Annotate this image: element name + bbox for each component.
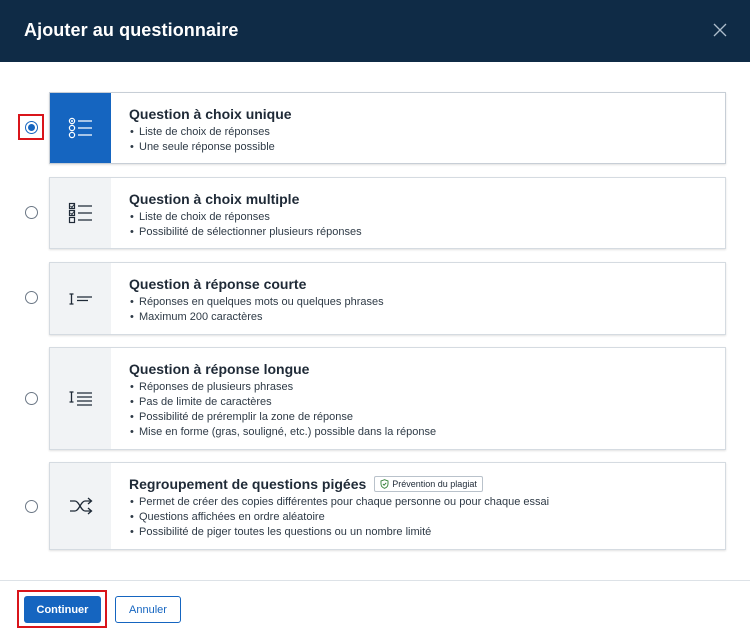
card-bullets: Liste de choix de réponses Possibilité d… [129,210,715,240]
shield-check-icon [380,479,389,489]
card-icon-panel [50,463,111,549]
card-title: Question à choix unique [129,106,292,122]
card-title: Question à réponse courte [129,276,307,292]
card-bullet: Mise en forme (gras, souligné, etc.) pos… [129,425,715,440]
card-bullet: Réponses de plusieurs phrases [129,380,715,395]
card-bullets: Permet de créer des copies différentes p… [129,495,715,540]
card-title: Question à choix multiple [129,191,300,207]
card-bullet: Possibilité de préremplir la zone de rép… [129,410,715,425]
plagiarism-badge: Prévention du plagiat [374,476,483,492]
dialog-body: Question à choix unique Liste de choix d… [0,62,750,580]
radio-multiple-choice[interactable] [24,205,38,219]
card-bullet: Possibilité de sélectionner plusieurs ré… [129,225,715,240]
long-answer-icon [69,390,92,406]
radio-long-answer[interactable] [24,391,38,405]
card-icon-panel [50,348,111,449]
card-bullets: Réponses de plusieurs phrases Pas de lim… [129,380,715,440]
card-icon-panel [50,178,111,248]
card-bullet: Liste de choix de réponses [129,125,715,140]
card-question-pool[interactable]: Regroupement de questions pigées Prévent… [49,462,726,550]
cancel-button[interactable]: Annuler [115,596,181,623]
close-icon [713,23,727,37]
dialog-header: Ajouter au questionnaire [0,0,750,62]
radio-question-pool-wrap[interactable] [18,493,44,519]
card-short-answer[interactable]: Question à réponse courte Réponses en qu… [49,262,726,335]
radio-short-answer-wrap[interactable] [18,284,44,310]
card-bullet: Pas de limite de caractères [129,395,715,410]
card-bullet: Une seule réponse possible [129,140,715,155]
radio-short-answer[interactable] [24,290,38,304]
card-bullet: Réponses en quelques mots ou quelques ph… [129,295,715,310]
radio-question-pool[interactable] [24,499,38,513]
card-multiple-choice[interactable]: Question à choix multiple Liste de choix… [49,177,726,249]
card-single-choice[interactable]: Question à choix unique Liste de choix d… [49,92,726,164]
continue-button[interactable]: Continuer [24,596,101,623]
radio-single-choice-highlight[interactable] [18,114,44,140]
single-choice-list-icon [68,117,92,139]
card-bullet: Questions affichées en ordre aléatoire [129,510,715,525]
card-bullets: Réponses en quelques mots ou quelques ph… [129,295,715,325]
card-long-answer[interactable]: Question à réponse longue Réponses de pl… [49,347,726,450]
badge-label: Prévention du plagiat [392,479,477,489]
dialog-title: Ajouter au questionnaire [24,20,239,40]
card-title: Regroupement de questions pigées [129,476,367,492]
card-bullets: Liste de choix de réponses Une seule rép… [129,125,715,155]
card-title-row: Regroupement de questions pigées Prévent… [129,475,715,493]
card-bullet: Possibilité de piger toutes les question… [129,525,715,540]
close-button[interactable] [710,20,730,40]
shuffle-icon [69,497,92,515]
card-bullet: Permet de créer des copies différentes p… [129,495,715,510]
radio-single-choice[interactable] [24,120,38,134]
dialog-footer: Continuer Annuler [0,580,750,641]
short-answer-icon [69,292,92,305]
multiple-choice-list-icon [68,202,92,224]
radio-long-answer-wrap[interactable] [18,385,44,411]
card-icon-panel [50,93,111,163]
card-bullet: Liste de choix de réponses [129,210,715,225]
card-title: Question à réponse longue [129,361,310,377]
radio-multiple-choice-wrap[interactable] [18,199,44,225]
card-bullet: Maximum 200 caractères [129,310,715,325]
card-icon-panel [50,263,111,334]
